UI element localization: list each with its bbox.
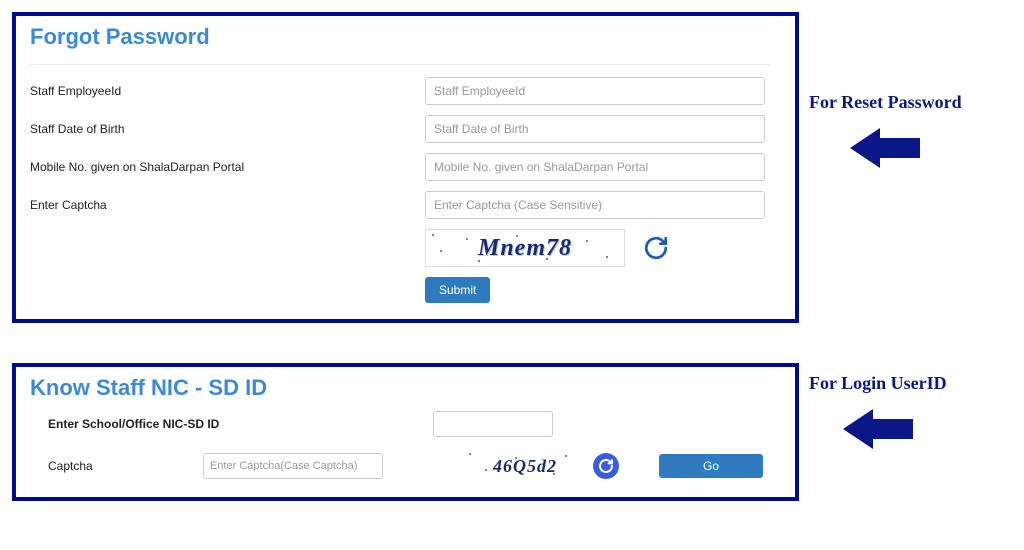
- captcha-text: Mnem78: [478, 235, 572, 262]
- arrow-left-icon: [843, 404, 913, 454]
- school-id-input[interactable]: [433, 411, 553, 437]
- annotation-reset-text: For Reset Password: [809, 92, 962, 113]
- panel-title: Forgot Password: [30, 24, 781, 50]
- forgot-password-panel: Forgot Password Staff EmployeeId Staff D…: [12, 12, 799, 323]
- label-staff-employeeid: Staff EmployeeId: [30, 84, 425, 98]
- label-school-id: Enter School/Office NIC-SD ID: [48, 417, 433, 431]
- refresh-captcha2-icon[interactable]: [593, 453, 619, 479]
- label-staff-dob: Staff Date of Birth: [30, 122, 425, 136]
- mobile-input[interactable]: [425, 153, 765, 181]
- divider: [30, 64, 770, 65]
- refresh-captcha-icon[interactable]: [643, 235, 669, 261]
- staff-dob-input[interactable]: [425, 115, 765, 143]
- captcha2-text: 46Q5d2: [493, 456, 557, 477]
- know-staff-id-panel: Know Staff NIC - SD ID Enter School/Offi…: [12, 363, 799, 501]
- captcha-input[interactable]: [425, 191, 765, 219]
- arrow-left-icon: [850, 123, 920, 173]
- label-captcha2: Captcha: [48, 459, 203, 473]
- panel-title: Know Staff NIC - SD ID: [30, 375, 781, 401]
- captcha2-input[interactable]: [203, 453, 383, 479]
- staff-employeeid-input[interactable]: [425, 77, 765, 105]
- submit-button[interactable]: Submit: [425, 277, 490, 303]
- annotation-login-text: For Login UserID: [809, 373, 947, 394]
- annotation-reset-password: For Reset Password: [809, 92, 962, 173]
- label-mobile: Mobile No. given on ShalaDarpan Portal: [30, 160, 425, 174]
- captcha-image: Mnem78: [425, 229, 625, 267]
- label-captcha: Enter Captcha: [30, 198, 425, 212]
- annotation-login-userid: For Login UserID: [809, 373, 947, 454]
- go-button[interactable]: Go: [659, 454, 763, 478]
- captcha2-image: 46Q5d2: [465, 451, 585, 481]
